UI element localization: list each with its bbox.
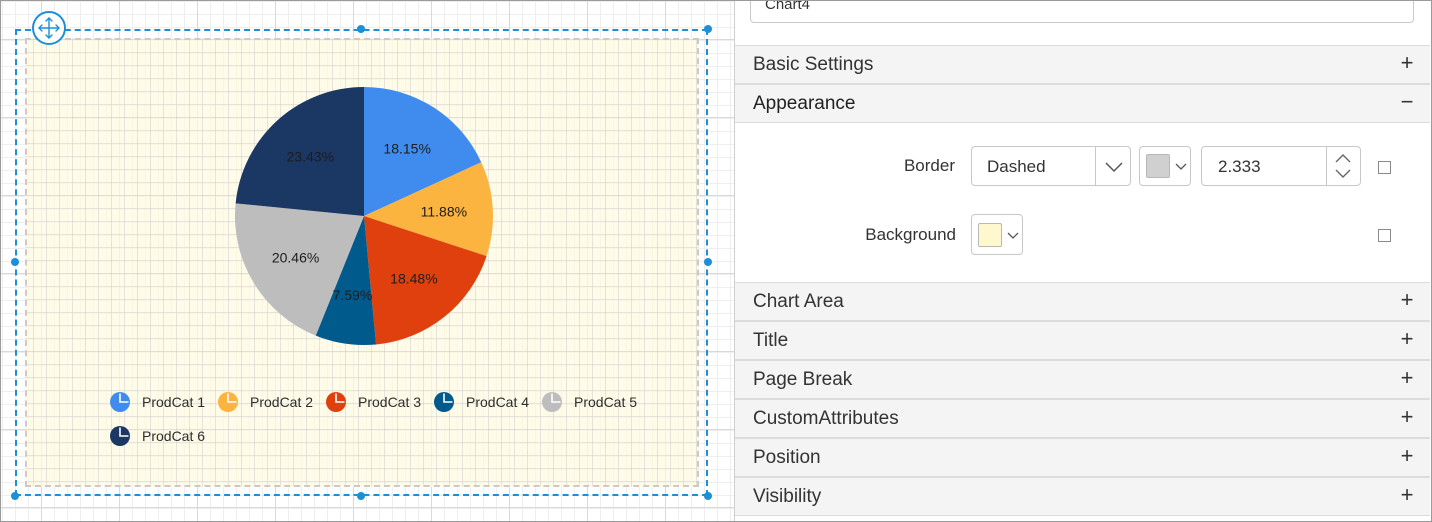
pie-legend-icon: [326, 392, 346, 412]
section-title: Position: [753, 447, 821, 468]
pie-legend-icon: [542, 392, 562, 412]
data-label-6: 23.43%: [287, 149, 334, 165]
chevron-down-icon: [1105, 162, 1123, 173]
pie-legend-icon: [434, 392, 454, 412]
section-title: Page Break: [753, 369, 853, 390]
design-canvas[interactable]: 18.15% 11.88% 18.48% 7.59% 20.46% 23.43% Prod…: [1, 1, 734, 521]
expand-icon[interactable]: +: [1398, 406, 1416, 428]
section-page-break[interactable]: Page Break +: [735, 360, 1430, 399]
resize-handle-left[interactable]: [11, 258, 19, 266]
collapse-icon[interactable]: −: [1398, 91, 1416, 113]
resize-handle-right[interactable]: [704, 258, 712, 266]
pie-legend-icon: [110, 392, 130, 412]
section-title: Basic Settings: [753, 54, 874, 75]
data-label-4: 7.59%: [333, 287, 373, 303]
legend-label: ProdCat 4: [466, 394, 530, 410]
spinner-divider: [1326, 147, 1327, 185]
border-label: Border: [903, 156, 955, 175]
section-position[interactable]: Position +: [735, 438, 1430, 477]
legend-item-4[interactable]: ProdCat 4: [433, 391, 529, 413]
section-custom-attributes[interactable]: CustomAttributes +: [735, 399, 1430, 438]
expand-icon[interactable]: +: [1398, 367, 1416, 389]
background-color-picker[interactable]: [971, 214, 1023, 255]
background-label: Background: [865, 225, 956, 244]
legend-item-3[interactable]: ProdCat 3: [325, 391, 421, 413]
section-appearance[interactable]: Appearance −: [735, 84, 1430, 123]
expand-icon[interactable]: +: [1398, 52, 1416, 74]
border-style-dropdown[interactable]: Dashed: [971, 146, 1131, 186]
resize-handle-bottom-left[interactable]: [11, 492, 19, 500]
section-title: Chart Area: [753, 291, 844, 312]
legend-label: ProdCat 6: [142, 428, 206, 444]
expand-icon[interactable]: +: [1398, 289, 1416, 311]
legend-item-1[interactable]: ProdCat 1: [109, 391, 205, 413]
chevron-up-icon[interactable]: [1334, 152, 1352, 164]
border-color-picker[interactable]: [1139, 146, 1191, 186]
section-chart-area[interactable]: Chart Area +: [735, 282, 1430, 321]
section-title: Visibility: [753, 486, 822, 507]
data-label-1: 18.15%: [383, 141, 430, 157]
resize-handle-top-right[interactable]: [704, 25, 712, 33]
section-title: Title: [753, 330, 789, 351]
background-checkbox[interactable]: [1378, 229, 1391, 242]
border-width-value: 2.333: [1218, 157, 1261, 176]
resize-handle-bottom[interactable]: [357, 492, 365, 500]
section-title-settings[interactable]: Title +: [735, 321, 1430, 360]
chevron-down-icon: [1007, 232, 1019, 239]
pie-legend-icon: [110, 426, 130, 446]
border-width-spinner[interactable]: 2.333: [1201, 146, 1361, 186]
data-label-3: 18.48%: [390, 270, 437, 286]
resize-handle-bottom-right[interactable]: [704, 492, 712, 500]
section-visibility[interactable]: Visibility +: [735, 477, 1430, 516]
pie-legend-icon: [218, 392, 238, 412]
legend-item-6[interactable]: ProdCat 6: [109, 425, 205, 447]
background-color-swatch: [978, 223, 1002, 247]
border-checkbox[interactable]: [1378, 161, 1391, 174]
properties-panel: Chart4 Basic Settings + Appearance − Bor…: [734, 1, 1431, 521]
legend-label: ProdCat 2: [250, 394, 314, 410]
data-label-5: 20.46%: [272, 249, 319, 265]
legend-item-2[interactable]: ProdCat 2: [217, 391, 313, 413]
move-arrows-icon[interactable]: [32, 11, 66, 45]
report-designer: 18.15% 11.88% 18.48% 7.59% 20.46% 23.43% Prod…: [0, 0, 1432, 522]
item-name-field[interactable]: Chart4: [750, 1, 1414, 23]
legend-label: ProdCat 3: [358, 394, 422, 410]
resize-handle-top[interactable]: [357, 25, 365, 33]
legend-label: ProdCat 5: [574, 394, 638, 410]
expand-icon[interactable]: +: [1398, 445, 1416, 467]
border-color-swatch: [1146, 154, 1170, 178]
section-title: Appearance: [753, 93, 856, 114]
chevron-down-icon[interactable]: [1334, 168, 1352, 180]
section-basic-settings[interactable]: Basic Settings +: [735, 45, 1430, 84]
data-label-2: 11.88%: [421, 203, 467, 219]
expand-icon[interactable]: +: [1398, 328, 1416, 350]
expand-icon[interactable]: +: [1398, 484, 1416, 506]
dropdown-divider: [1095, 147, 1096, 185]
legend-item-5[interactable]: ProdCat 5: [541, 391, 637, 413]
section-title: CustomAttributes: [753, 408, 899, 429]
legend-label: ProdCat 1: [142, 394, 206, 410]
border-style-value: Dashed: [987, 157, 1046, 176]
chevron-down-icon: [1175, 163, 1187, 170]
